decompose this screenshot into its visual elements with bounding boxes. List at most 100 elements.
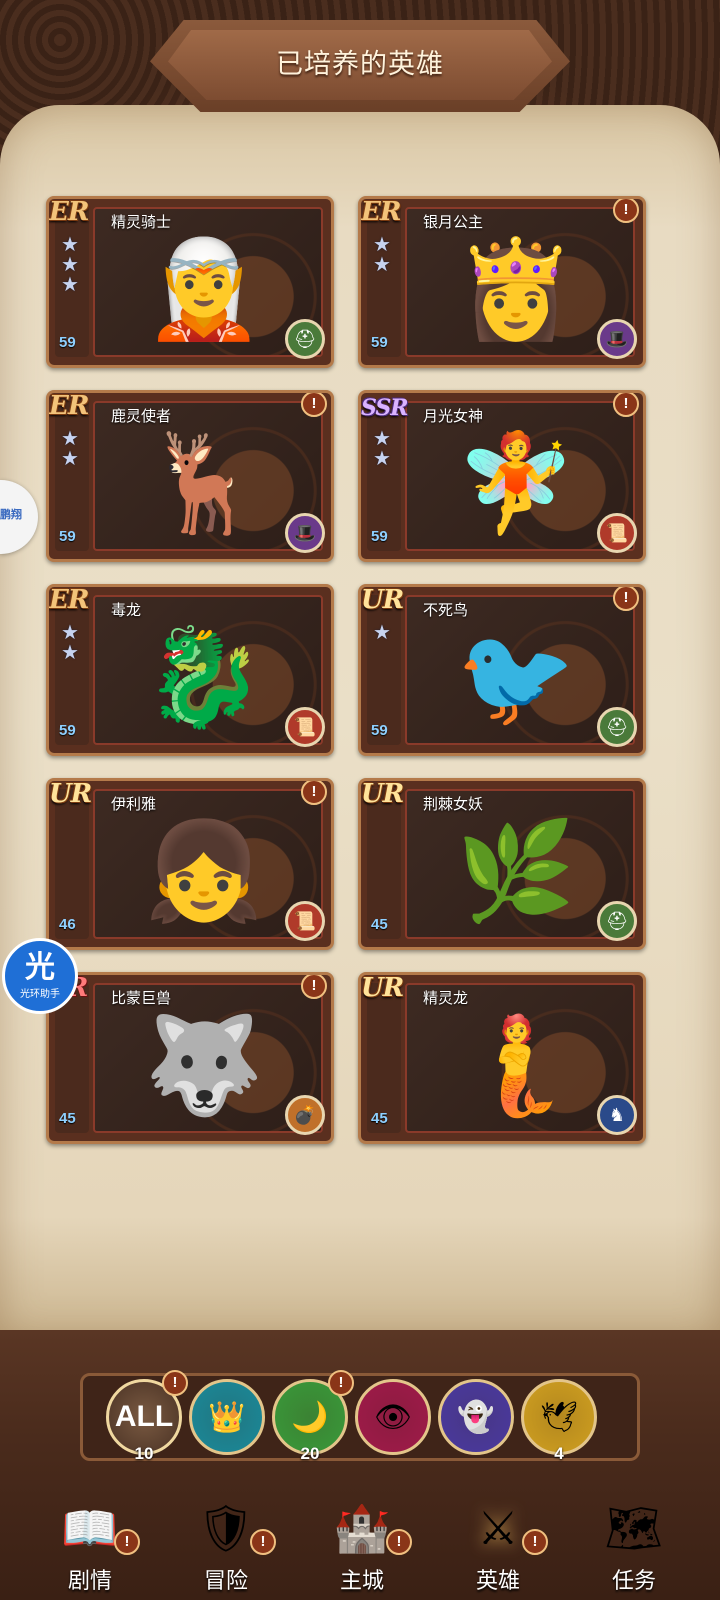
star-rating: ★ ★ ★	[61, 235, 83, 295]
star-icon: ★	[373, 448, 391, 470]
star-icon: ★	[373, 428, 391, 450]
hero-card[interactable]: ER 毒龙 ★ ★ 59 🐉 📜	[46, 584, 334, 756]
filter-count: 10	[134, 1444, 154, 1463]
star-rating: ★ ★	[61, 623, 83, 663]
shield-icon: 🛡	[196, 1501, 256, 1554]
nav-item-helmet[interactable]: ⚔ 英雄!	[438, 1485, 558, 1600]
star-icon: ★	[61, 642, 79, 664]
star-icon: ★	[61, 234, 79, 256]
alert-icon: !	[328, 1370, 354, 1396]
hero-portrait: 🌿	[456, 818, 576, 925]
book-icon: 📖	[61, 1501, 119, 1554]
nav-item-shield[interactable]: 🛡 冒险!	[166, 1485, 286, 1600]
helmet-icon: ⛑	[597, 707, 637, 747]
hero-level: 59	[59, 528, 76, 545]
rarity-badge: UR	[361, 973, 404, 1003]
scroll-icon: 📜	[285, 901, 325, 941]
rarity-badge: ER	[361, 197, 401, 227]
star-rating: ★	[373, 623, 395, 643]
hero-card[interactable]: SSR 月光女神 ★ ★ 59 🧚 📜!	[358, 390, 646, 562]
hero-name: 毒龙	[111, 602, 142, 619]
star-icon: ★	[373, 234, 391, 256]
hero-portrait: 👸	[456, 236, 576, 343]
page-title: 已培养的英雄	[276, 49, 444, 79]
wings-icon: 🕊	[539, 1400, 579, 1434]
filter-crown[interactable]: 👑	[189, 1379, 265, 1455]
rarity-badge: ER	[49, 391, 89, 421]
map-icon: 🗺	[604, 1501, 664, 1554]
moon-icon: 🌙	[291, 1400, 329, 1434]
knight-icon: ♞	[597, 1095, 637, 1135]
alert-icon: !	[301, 975, 327, 999]
filter-ghost[interactable]: 👻	[438, 1379, 514, 1455]
helmet-icon: ⛑	[597, 901, 637, 941]
crown-icon: 👑	[208, 1400, 246, 1434]
star-icon: ★	[61, 274, 79, 296]
hero-portrait: 👧	[144, 818, 264, 925]
star-icon: ★	[373, 622, 391, 644]
nav-label: 冒险	[203, 1568, 248, 1593]
alert-icon: !	[114, 1529, 140, 1555]
scroll-icon: 📜	[597, 513, 637, 553]
star-icon: ★	[61, 448, 79, 470]
mage-hat-icon: 🎩	[597, 319, 637, 359]
nav-item-castle[interactable]: 🏰 主城!	[302, 1485, 422, 1600]
star-icon: ★	[61, 622, 79, 644]
hero-card[interactable]: ER 精灵骑士 ★ ★ ★ 59 🧝 ⛑	[46, 196, 334, 368]
hero-portrait: 🧚	[456, 430, 576, 537]
alert-icon: !	[522, 1529, 548, 1555]
hero-card[interactable]: UR 伊利雅 46 👧 📜!	[46, 778, 334, 950]
hero-portrait: 🧝	[144, 236, 264, 343]
hero-level: 59	[59, 334, 76, 351]
helmet-icon: ⚔	[477, 1502, 519, 1554]
side-widget-label: 鹏翔	[0, 509, 22, 521]
filter-eye[interactable]: 👁	[355, 1379, 431, 1455]
alert-icon: !	[386, 1529, 412, 1555]
helmet-icon: ⛑	[285, 319, 325, 359]
rarity-badge: UR	[361, 779, 404, 809]
filter-count: 4	[554, 1444, 564, 1463]
scroll-icon: 📜	[285, 707, 325, 747]
hero-card[interactable]: UR 不死鸟 ★ 59 🐦 ⛑!	[358, 584, 646, 756]
rarity-badge: UR	[49, 779, 92, 809]
rarity-badge: UR	[361, 585, 404, 615]
alert-icon: !	[301, 393, 327, 417]
rarity-badge: SSR	[361, 395, 409, 421]
star-icon: ★	[373, 254, 391, 276]
nav-item-book[interactable]: 📖 剧情!	[30, 1485, 150, 1600]
hero-card[interactable]: UR 荆棘女妖 45 🌿 ⛑	[358, 778, 646, 950]
castle-icon: 🏰	[333, 1501, 391, 1554]
assistant-label: 光环助手	[20, 988, 60, 1000]
hero-level: 59	[59, 722, 76, 739]
star-rating: ★ ★	[373, 429, 395, 469]
hero-card[interactable]: SR比蒙巨兽45🐺💣!	[46, 972, 334, 1144]
assistant-button[interactable]: 光 光环助手	[2, 938, 78, 1014]
hero-level: 46	[59, 916, 76, 933]
alert-icon: !	[162, 1370, 188, 1396]
eye-icon: 👁	[373, 1400, 413, 1434]
hero-portrait: 🐺	[144, 1012, 264, 1119]
filter-count: 20	[300, 1444, 320, 1463]
nav-label: 任务	[611, 1568, 656, 1593]
assistant-icon: 光	[25, 950, 55, 984]
hero-level: 45	[371, 1110, 388, 1127]
hero-card[interactable]: ER 银月公主 ★ ★ 59 👸 🎩!	[358, 196, 646, 368]
cannon-icon: 💣	[285, 1095, 325, 1135]
hero-level: 59	[371, 528, 388, 545]
all-icon: ALL	[114, 1400, 174, 1433]
hero-card[interactable]: ER 鹿灵使者 ★ ★ 59 🦌 🎩!	[46, 390, 334, 562]
hero-card[interactable]: UR 精灵龙 45 🧜 ♞	[358, 972, 646, 1144]
alert-icon: !	[613, 199, 639, 223]
hero-portrait: 🧜	[456, 1012, 576, 1119]
alert-icon: !	[301, 781, 327, 805]
alert-icon: !	[613, 587, 639, 611]
nav-item-map[interactable]: 🗺 任务	[574, 1485, 694, 1600]
rarity-badge: ER	[49, 197, 89, 227]
alert-icon: !	[250, 1529, 276, 1555]
rarity-badge: ER	[49, 585, 89, 615]
nav-label: 剧情	[67, 1568, 112, 1593]
ghost-icon: 👻	[457, 1400, 495, 1434]
hero-level: 45	[59, 1110, 76, 1127]
nav-label: 英雄	[475, 1568, 520, 1593]
star-rating: ★ ★	[61, 429, 83, 469]
